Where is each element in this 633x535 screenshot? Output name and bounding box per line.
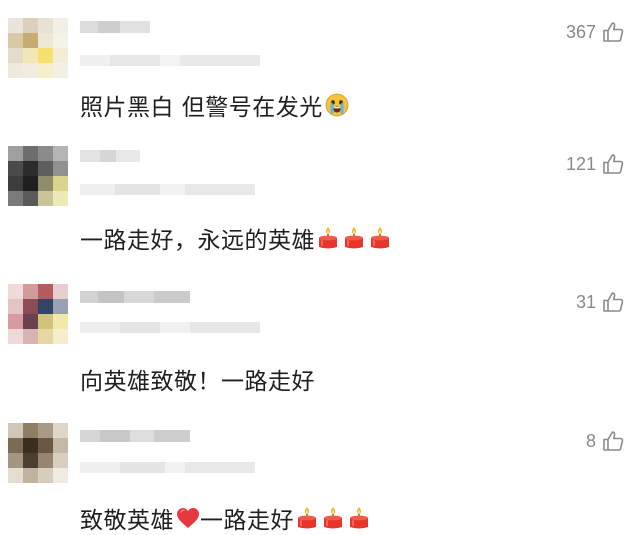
thumbs-up-icon xyxy=(601,152,625,176)
candle-icon xyxy=(369,226,391,250)
username-blurred[interactable] xyxy=(80,291,190,303)
comment-meta-blurred xyxy=(80,55,260,66)
candle-icon xyxy=(343,226,365,250)
comment-item: 8 致敬英雄 一路走好 xyxy=(0,400,633,534)
avatar[interactable] xyxy=(8,284,68,344)
thumbs-up-icon xyxy=(601,290,625,314)
candle-icon xyxy=(296,506,318,530)
username-blurred[interactable] xyxy=(80,21,150,33)
comment-meta-blurred xyxy=(80,322,260,333)
avatar[interactable] xyxy=(8,423,68,483)
comment-text: 照片黑白 但警号在发光 xyxy=(80,88,349,122)
like-count: 367 xyxy=(565,21,596,42)
comment-text-content: 致敬英雄 xyxy=(80,508,174,534)
like-button[interactable]: 121 xyxy=(566,152,625,176)
comment-item: 121 一路走好，永远的英雄 xyxy=(0,130,633,265)
like-button[interactable]: 367 xyxy=(566,20,625,44)
avatar[interactable] xyxy=(8,146,68,206)
avatar[interactable] xyxy=(8,18,68,78)
like-count: 31 xyxy=(575,291,596,312)
username-blurred[interactable] xyxy=(80,430,190,442)
comment-item: 367 照片黑白 但警号在发光 xyxy=(0,0,633,130)
comment-text-content: 向英雄致敬！一路走好 xyxy=(80,369,315,395)
candle-icon xyxy=(348,506,370,530)
candle-icon xyxy=(322,506,344,530)
comment-item: 31 向英雄致敬！一路走好 xyxy=(0,265,633,400)
candle-emoji-group xyxy=(317,226,395,250)
like-button[interactable]: 31 xyxy=(576,290,625,314)
comment-meta-blurred xyxy=(80,462,255,473)
candle-icon xyxy=(317,226,339,250)
comment-text-content: 一路走好，永远的英雄 xyxy=(80,228,315,254)
comment-text: 一路走好，永远的英雄 xyxy=(80,221,395,255)
candle-emoji-group xyxy=(296,506,374,530)
thumbs-up-icon xyxy=(601,429,625,453)
like-count: 121 xyxy=(565,153,596,174)
comment-text-content: 一路走好 xyxy=(200,508,294,534)
comment-text-content: 照片黑白 但警号在发光 xyxy=(80,95,323,121)
comment-text: 致敬英雄 一路走好 xyxy=(80,501,374,535)
comment-meta-blurred xyxy=(80,184,255,195)
thumbs-up-icon xyxy=(601,20,625,44)
like-button[interactable]: 8 xyxy=(586,429,625,453)
username-blurred[interactable] xyxy=(80,150,140,162)
crying-face-icon xyxy=(325,93,349,117)
red-heart-icon xyxy=(176,507,200,529)
comment-text: 向英雄致敬！一路走好 xyxy=(80,362,315,396)
like-count: 8 xyxy=(585,430,596,451)
